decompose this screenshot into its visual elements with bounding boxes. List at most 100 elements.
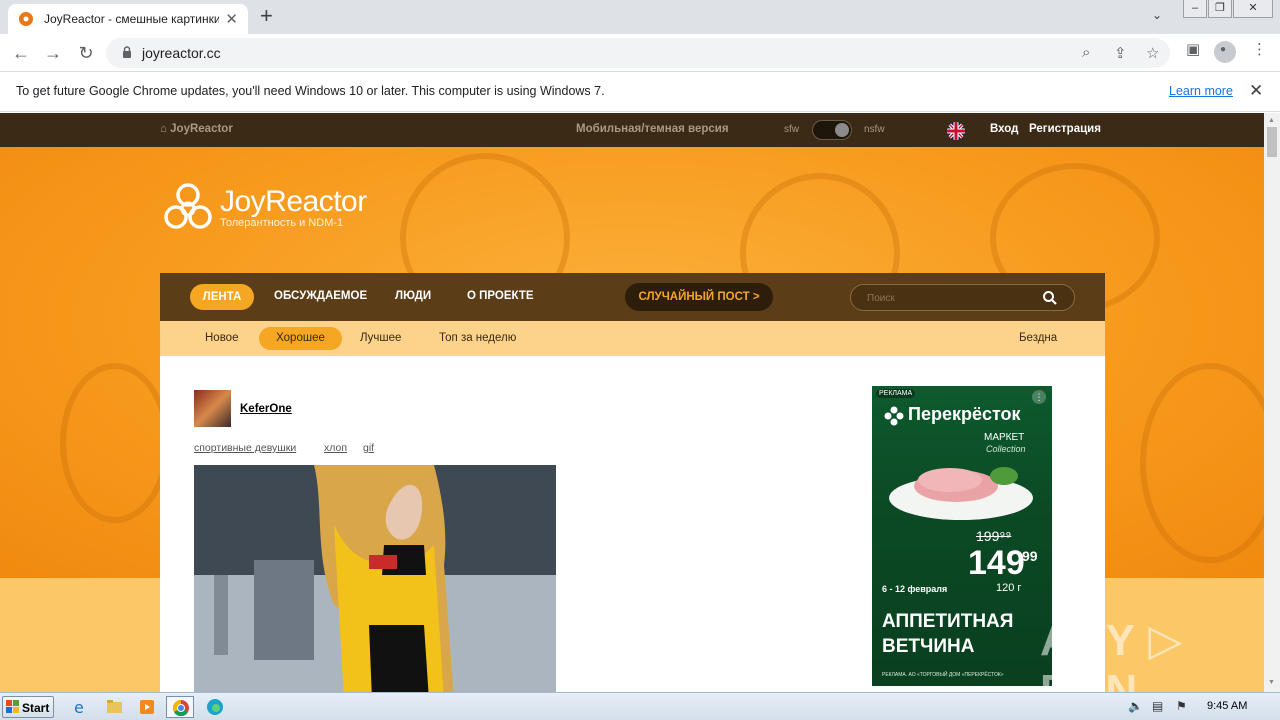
share-icon[interactable]: ⇪ bbox=[1114, 44, 1127, 62]
profile-icon: ● bbox=[1220, 44, 1227, 55]
taskbar-chrome[interactable] bbox=[166, 696, 194, 718]
search-input[interactable] bbox=[867, 290, 1037, 306]
system-clock[interactable]: 9:45 AM bbox=[1207, 700, 1247, 712]
search-icon[interactable] bbox=[1042, 290, 1058, 306]
infobar-message: To get future Google Chrome updates, you… bbox=[16, 84, 605, 98]
home-link[interactable]: ⌂ JoyReactor bbox=[160, 123, 233, 135]
tab-title: JoyReactor - смешные картинки и bbox=[44, 12, 220, 26]
update-infobar: To get future Google Chrome updates, you… bbox=[0, 72, 1280, 112]
taskbar-explorer[interactable] bbox=[100, 696, 128, 718]
media-player-icon bbox=[140, 700, 154, 714]
action-center-flag-icon[interactable]: ⚑ bbox=[1176, 699, 1187, 713]
forward-icon[interactable]: → bbox=[42, 42, 64, 64]
side-panel-icon[interactable]: ▣ bbox=[1186, 40, 1200, 58]
content-area: KeferOne спортивные девушки хлоп gif РЕК… bbox=[160, 356, 1105, 692]
ad-brand: Перекрёсток bbox=[908, 404, 1021, 424]
nav-discussed-tab[interactable]: ОБСУЖДАЕМОЕ bbox=[274, 290, 367, 302]
subnav-top-week[interactable]: Топ за неделю bbox=[439, 332, 516, 344]
url-text[interactable]: joyreactor.cc bbox=[142, 45, 221, 61]
subnav-good[interactable]: Хорошее bbox=[259, 327, 342, 350]
login-link[interactable]: Вход bbox=[990, 123, 1018, 135]
browser-tab-bar: JoyReactor - смешные картинки и ✕ + ⌄ – … bbox=[0, 0, 1280, 34]
nav-people-tab[interactable]: ЛЮДИ bbox=[395, 290, 431, 302]
reload-icon[interactable]: ↻ bbox=[75, 42, 97, 64]
page-viewport: ⌂ JoyReactor Мобильная/темная версия sfw… bbox=[0, 113, 1264, 692]
minimize-button[interactable]: – bbox=[1183, 0, 1207, 18]
sub-nav: Новое Хорошее Лучшее Топ за неделю Бездн… bbox=[160, 321, 1105, 356]
infobar-close-icon[interactable]: ✕ bbox=[1249, 81, 1263, 101]
joyreactor-favicon-icon bbox=[19, 12, 33, 26]
subnav-abyss[interactable]: Бездна bbox=[1019, 332, 1057, 344]
tab-close-icon[interactable]: ✕ bbox=[225, 12, 238, 27]
uk-flag-icon[interactable] bbox=[947, 122, 965, 140]
logo-subtitle: Толерантность и NDM-1 bbox=[220, 217, 344, 229]
post-gif-image[interactable] bbox=[194, 465, 556, 692]
sfw-toggle[interactable] bbox=[812, 120, 852, 140]
site-top-nav: ⌂ JoyReactor Мобильная/темная версия sfw… bbox=[0, 113, 1264, 147]
network-icon[interactable]: ▤ bbox=[1152, 699, 1163, 713]
browser-tab[interactable]: JoyReactor - смешные картинки и ✕ bbox=[8, 4, 248, 34]
volume-icon[interactable]: 🔈 bbox=[1128, 699, 1143, 713]
learn-more-link[interactable]: Learn more bbox=[1169, 84, 1233, 98]
taskbar-edge[interactable] bbox=[201, 696, 229, 718]
tab-search-icon[interactable]: ⌄ bbox=[1152, 8, 1162, 22]
nav-about-tab[interactable]: О ПРОЕКТЕ bbox=[467, 290, 534, 302]
ad-headline-1: АППЕТИТНАЯ bbox=[882, 611, 1014, 632]
chrome-menu-icon[interactable]: ⋮ bbox=[1252, 40, 1267, 58]
logo-title[interactable]: JoyReactor bbox=[220, 185, 367, 219]
perekrestok-logo-icon bbox=[884, 406, 904, 426]
omnibox[interactable]: joyreactor.cc ⌕ ⇪ ☆ bbox=[106, 38, 1170, 68]
register-link[interactable]: Регистрация bbox=[1029, 123, 1101, 135]
post-author[interactable]: KeferOne bbox=[240, 403, 292, 415]
taskbar-media-player[interactable] bbox=[133, 696, 161, 718]
search-box bbox=[850, 284, 1075, 311]
toggle-knob bbox=[835, 123, 849, 137]
nsfw-label: nsfw bbox=[864, 124, 885, 135]
nav-feed-tab[interactable]: ЛЕНТА bbox=[190, 284, 254, 310]
post-image-illustration bbox=[194, 465, 556, 692]
new-tab-icon[interactable]: + bbox=[260, 5, 273, 27]
ad-price-cents: 99 bbox=[1022, 548, 1038, 564]
advertisement-banner[interactable]: РЕКЛАМА ⋮ Перекрёсток МАРКЕТ Collection … bbox=[872, 386, 1052, 686]
lock-icon bbox=[123, 46, 131, 58]
start-label: Start bbox=[22, 701, 50, 715]
avatar[interactable] bbox=[194, 390, 231, 427]
subnav-best[interactable]: Лучшее bbox=[360, 332, 401, 344]
ad-menu-icon[interactable]: ⋮ bbox=[1032, 390, 1046, 404]
biohazard-logo-icon[interactable] bbox=[160, 181, 216, 237]
profile-avatar[interactable]: ● bbox=[1214, 41, 1236, 63]
scroll-up-icon[interactable]: ▲ bbox=[1268, 117, 1275, 124]
ad-label: РЕКЛАМА bbox=[876, 389, 916, 398]
ad-old-price: 199⁹⁹ bbox=[976, 528, 1012, 544]
scroll-down-icon[interactable]: ▼ bbox=[1268, 679, 1275, 686]
ad-market: МАРКЕТ bbox=[984, 432, 1025, 443]
maximize-button[interactable]: ❐ bbox=[1208, 0, 1232, 18]
post-tag[interactable]: хлоп bbox=[324, 442, 347, 454]
bookmark-star-icon[interactable]: ☆ bbox=[1146, 44, 1159, 62]
ad-headline-2: ВЕТЧИНА bbox=[882, 636, 975, 657]
back-icon[interactable]: ← bbox=[10, 42, 32, 64]
chrome-icon bbox=[172, 699, 189, 717]
subnav-new[interactable]: Новое bbox=[205, 332, 238, 344]
home-link-label: JoyReactor bbox=[170, 123, 233, 135]
post-tag[interactable]: gif bbox=[363, 442, 374, 454]
mobile-version-link[interactable]: Мобильная/темная версия bbox=[576, 123, 729, 135]
close-window-button[interactable]: ✕ bbox=[1233, 0, 1273, 18]
address-toolbar: ← → ↻ joyreactor.cc ⌕ ⇪ ☆ ▣ ● ⋮ bbox=[0, 34, 1280, 72]
internet-explorer-icon: e bbox=[74, 698, 84, 717]
svg-text:e: e bbox=[74, 698, 84, 717]
post-tag[interactable]: спортивные девушки bbox=[194, 442, 296, 454]
ham-plate-illustration bbox=[889, 467, 1033, 520]
zoom-icon[interactable]: ⌕ bbox=[1082, 44, 1090, 61]
main-nav: ЛЕНТА ОБСУЖДАЕМОЕ ЛЮДИ О ПРОЕКТЕ СЛУЧАЙН… bbox=[160, 273, 1105, 321]
page-scrollbar[interactable]: ▲ ▼ bbox=[1264, 113, 1280, 692]
scrollbar-thumb[interactable] bbox=[1267, 127, 1277, 157]
taskbar-ie[interactable]: e bbox=[66, 696, 94, 718]
folder-icon bbox=[107, 700, 122, 713]
ad-dates: 6 - 12 февраля bbox=[882, 584, 948, 594]
anyrun-watermark: ANY ▷ RUN bbox=[1040, 616, 1184, 692]
start-button[interactable]: Start bbox=[2, 696, 54, 718]
ad-price: 149 bbox=[968, 544, 1025, 582]
random-post-button[interactable]: СЛУЧАЙНЫЙ ПОСТ > bbox=[625, 283, 773, 311]
windows-taskbar: Start e 🔈 ▤ ⚑ 9:45 AM bbox=[0, 692, 1280, 720]
